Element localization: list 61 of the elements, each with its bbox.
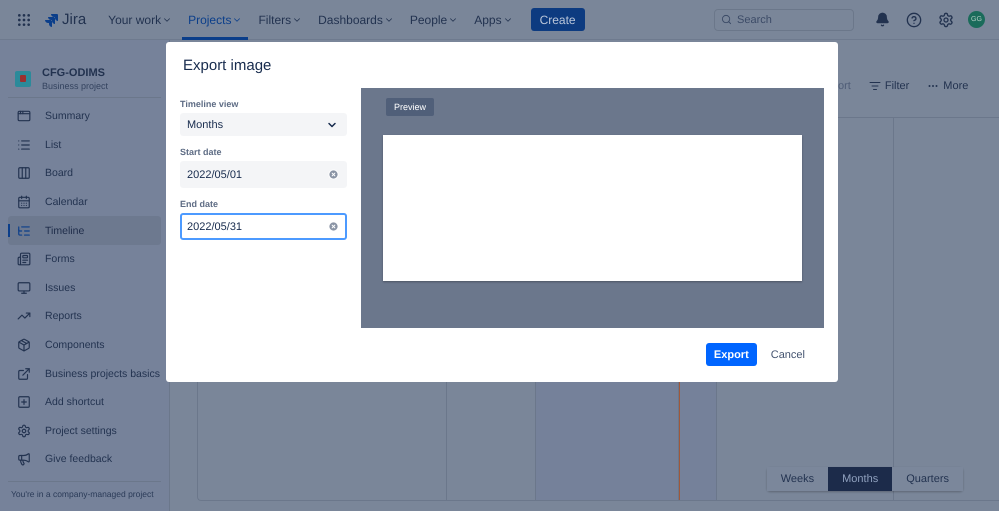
cancel-button[interactable]: Cancel [762, 343, 813, 366]
export-button[interactable]: Export [706, 343, 757, 366]
form-icon [17, 252, 31, 266]
date-field[interactable]: 2022/05/01 [180, 161, 347, 188]
sidebar-item[interactable]: Calendar [8, 188, 161, 216]
settings-icon [17, 424, 31, 438]
sidebar-item[interactable]: Issues [8, 274, 161, 302]
field-label: Start date [180, 147, 223, 157]
sidebar-item[interactable]: Forms [8, 244, 161, 274]
monitor-icon [17, 280, 31, 295]
sidebar-item[interactable]: Add shortcut [8, 388, 161, 417]
sidebar-item[interactable]: Timeline [8, 216, 161, 245]
clear-icon[interactable] [328, 221, 339, 232]
nav-menu[interactable]: Apps [468, 0, 519, 40]
sidebar-item[interactable]: Project settings [8, 416, 161, 446]
external-link-icon [17, 366, 31, 381]
sidebar-item[interactable]: Business projects basics [8, 359, 161, 388]
bell-icon[interactable] [874, 12, 890, 27]
list-icon [17, 138, 31, 152]
zoom-segment[interactable]: Months [828, 467, 892, 491]
toolbar-button[interactable]: More [927, 80, 968, 92]
sidebar-item[interactable]: Components [8, 330, 161, 360]
logo-text: Jira [62, 11, 86, 28]
sidebar-item[interactable]: Summary [8, 102, 161, 131]
sidebar-item[interactable]: Reports [8, 302, 161, 331]
search-field[interactable]: Search [714, 8, 854, 30]
date-field[interactable]: 2022/05/31 [180, 213, 347, 240]
sidebar-item[interactable]: Board [8, 159, 161, 188]
tree-icon [17, 224, 31, 238]
nav-menu[interactable]: People [404, 0, 464, 40]
project-type-note: You're in a company-managed project [8, 481, 161, 511]
calendar-icon [17, 195, 31, 210]
field-label: End date [180, 199, 220, 209]
window-icon [17, 109, 31, 124]
add-icon [17, 395, 31, 410]
filter-icon [868, 80, 881, 92]
create-button[interactable]: Create [530, 8, 585, 31]
nav-menu[interactable]: Dashboards [312, 0, 400, 40]
clear-icon[interactable] [328, 169, 339, 180]
sidebar-item[interactable]: List [8, 130, 161, 160]
logo-icon [44, 12, 58, 26]
project-icon [15, 70, 31, 86]
zoom-segment[interactable]: Weeks [766, 467, 828, 491]
preview-tag: Preview [386, 98, 434, 116]
megaphone-icon [17, 452, 31, 466]
project-type: Business project [42, 80, 108, 90]
dialog-title: Export image [183, 57, 272, 75]
settings-icon[interactable] [938, 12, 954, 28]
columns-icon [17, 166, 31, 180]
project-name: CFG-ODIMS [42, 66, 106, 78]
toolbar-button[interactable]: Filter [868, 80, 910, 92]
search-icon [721, 14, 732, 25]
nav-menu[interactable]: Filters [252, 0, 308, 40]
help-icon[interactable] [906, 12, 922, 28]
package-icon [17, 338, 31, 352]
field-label: Timeline view [180, 99, 240, 109]
sidebar-item[interactable]: Give feedback [8, 445, 161, 474]
view-select[interactable]: Months [180, 113, 347, 136]
app-switcher-icon[interactable] [16, 12, 32, 28]
zoom-segment[interactable]: Quarters [892, 467, 963, 491]
nav-menu[interactable]: Your work [102, 0, 178, 40]
